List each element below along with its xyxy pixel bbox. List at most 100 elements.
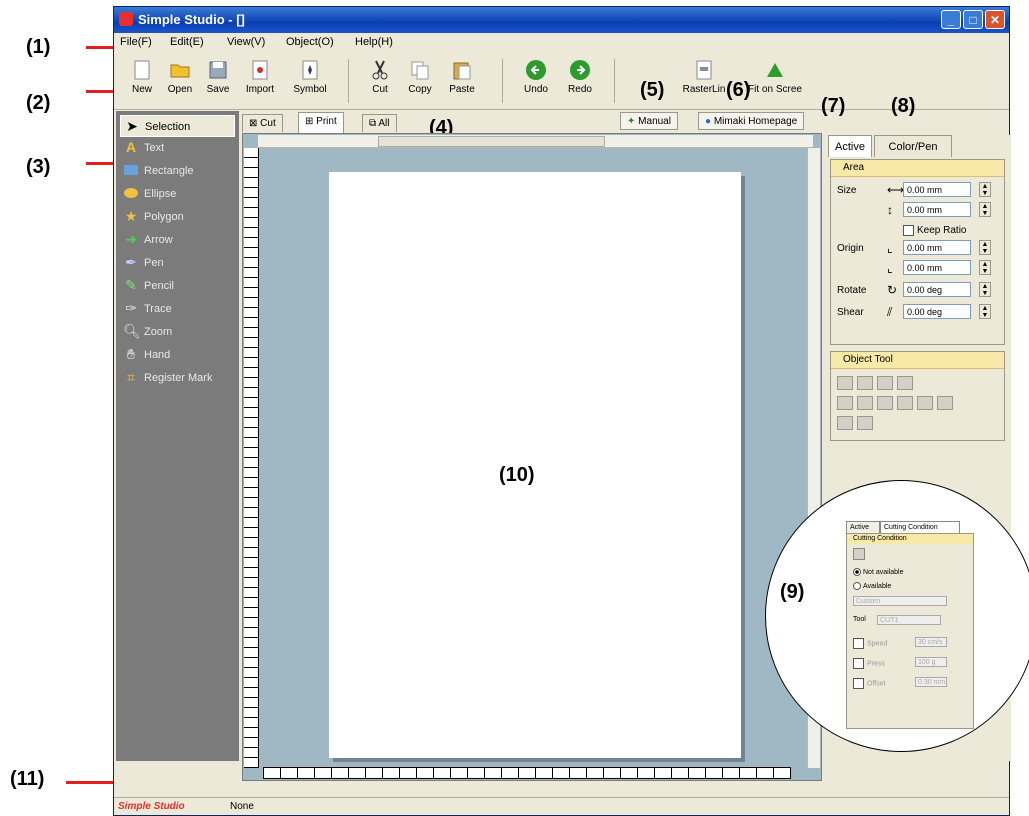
origin-label: Origin: [837, 243, 864, 254]
shear-label: Shear: [837, 307, 864, 318]
inset-offset-label: Offset: [867, 680, 886, 688]
tab-color-pen[interactable]: Color/Pen: [874, 135, 952, 157]
tool-hand[interactable]: ✋︎ Hand: [120, 344, 235, 366]
tab-all[interactable]: ⧉ All: [362, 114, 397, 132]
tab-active[interactable]: Active: [828, 135, 872, 157]
tool-label: Pen: [144, 257, 164, 269]
raster-link-button[interactable]: RasterLin: [679, 59, 729, 95]
tool-zoom[interactable]: 🔍︎ Zoom: [120, 321, 235, 343]
align-button[interactable]: [857, 416, 873, 430]
tool-polygon[interactable]: ★ Polygon: [120, 206, 235, 228]
close-button[interactable]: ✕: [985, 10, 1005, 29]
callout-2: (2): [26, 92, 51, 114]
inset-radio-available: Available: [853, 582, 891, 590]
new-file-icon: [134, 60, 150, 80]
tool-label: Pencil: [144, 280, 174, 292]
menu-edit[interactable]: Edit(E): [170, 36, 204, 48]
save-icon: [209, 61, 227, 79]
inset-speed-label: Speed: [867, 640, 888, 648]
tool-rectangle[interactable]: Rectangle: [120, 160, 235, 182]
scroll-thumb[interactable]: [378, 136, 605, 147]
fit-on-screen-button[interactable]: Fit on Scree: [744, 59, 806, 95]
align-button[interactable]: [897, 396, 913, 410]
tab-label: Print: [316, 116, 337, 127]
tab-cut[interactable]: ⊠ Cut: [242, 114, 283, 132]
pencil-icon: ✎: [125, 277, 137, 293]
align-button[interactable]: [857, 376, 873, 390]
align-button[interactable]: [857, 396, 873, 410]
save-button[interactable]: Save: [198, 59, 238, 95]
align-button[interactable]: [837, 376, 853, 390]
tool-label: Arrow: [144, 234, 173, 246]
cut-button[interactable]: Cut: [360, 59, 400, 95]
maximize-button[interactable]: □: [963, 10, 983, 29]
new-button[interactable]: New: [122, 59, 162, 95]
menu-help[interactable]: Help(H): [355, 36, 393, 48]
tool-trace[interactable]: ✑ Trace: [120, 298, 235, 320]
trace-icon: ✑: [125, 300, 137, 316]
align-button[interactable]: [837, 416, 853, 430]
homepage-label: Mimaki Homepage: [713, 116, 798, 127]
raster-link-label: RasterLin: [682, 84, 726, 95]
redo-label: Redo: [568, 84, 592, 95]
rotate-spinner[interactable]: ▲ ▼: [979, 282, 991, 297]
align-button[interactable]: [897, 376, 913, 390]
callout-10: (10): [499, 464, 535, 486]
origin-y-spinner[interactable]: ▲ ▼: [979, 260, 991, 275]
width-field[interactable]: 0.00 mm: [903, 182, 971, 197]
align-button[interactable]: [837, 396, 853, 410]
menu-file[interactable]: File(F): [120, 36, 152, 48]
drawing-canvas[interactable]: (10): [242, 133, 822, 781]
inset-radio-not-available: Not available: [853, 568, 903, 576]
inset-tool-icon: [853, 548, 865, 562]
menu-view[interactable]: View(V): [227, 36, 265, 48]
symbol-button[interactable]: Symbol: [290, 59, 330, 95]
vertical-ruler: [244, 148, 259, 768]
paste-button[interactable]: Paste: [442, 59, 482, 95]
import-button[interactable]: Import: [240, 59, 280, 95]
align-button[interactable]: [917, 396, 933, 410]
keep-ratio-checkbox[interactable]: Keep Ratio: [903, 225, 966, 236]
menu-object[interactable]: Object(O): [286, 36, 334, 48]
tool-text[interactable]: A Text: [120, 137, 235, 159]
align-button[interactable]: [937, 396, 953, 410]
tool-label: Polygon: [144, 211, 184, 223]
align-button[interactable]: [877, 376, 893, 390]
open-label: Open: [167, 84, 193, 95]
tool-label: Rectangle: [144, 165, 194, 177]
align-button[interactable]: [877, 396, 893, 410]
redo-button[interactable]: Redo: [560, 59, 600, 95]
tool-selection[interactable]: ➤ Selection: [120, 115, 235, 137]
tool-label: Selection: [145, 121, 191, 133]
copy-button[interactable]: Copy: [400, 59, 440, 95]
horizontal-scrollbar[interactable]: [258, 135, 813, 148]
manual-icon: ✦: [627, 116, 639, 127]
height-spinner[interactable]: ▲ ▼: [979, 202, 991, 217]
origin-x-field[interactable]: 0.00 mm: [903, 240, 971, 255]
height-field[interactable]: 0.00 mm: [903, 202, 971, 217]
manual-link[interactable]: ✦ Manual: [620, 112, 678, 130]
shear-spinner[interactable]: ▲ ▼: [979, 304, 991, 319]
inset-title: Cutting Condition: [847, 534, 973, 544]
inset-press-field: 100 g: [915, 657, 947, 667]
horizontal-ruler: [263, 767, 791, 779]
all-tab-icon: ⧉: [369, 118, 379, 129]
origin-x-spinner[interactable]: ▲ ▼: [979, 240, 991, 255]
tool-register-mark[interactable]: ⌗ Register Mark: [120, 367, 235, 389]
origin-y-field[interactable]: 0.00 mm: [903, 260, 971, 275]
magnifier-icon: 🔍︎: [123, 323, 141, 339]
open-button[interactable]: Open: [160, 59, 200, 95]
homepage-link[interactable]: ● Mimaki Homepage: [698, 112, 805, 130]
tool-ellipse[interactable]: Ellipse: [120, 183, 235, 205]
rotate-field[interactable]: 0.00 deg: [903, 282, 971, 297]
tab-print[interactable]: ⊞ Print: [298, 112, 344, 133]
width-spinner[interactable]: ▲ ▼: [979, 182, 991, 197]
minimize-button[interactable]: _: [941, 10, 961, 29]
tool-arrow[interactable]: ➜ Arrow: [120, 229, 235, 251]
print-page[interactable]: [329, 172, 741, 758]
cutting-condition-zoom-inset: Active Cutting Condition Cutting Conditi…: [765, 480, 1029, 752]
shear-field[interactable]: 0.00 deg: [903, 304, 971, 319]
tool-pencil[interactable]: ✎ Pencil: [120, 275, 235, 297]
undo-button[interactable]: Undo: [516, 59, 556, 95]
tool-pen[interactable]: ✒ Pen: [120, 252, 235, 274]
